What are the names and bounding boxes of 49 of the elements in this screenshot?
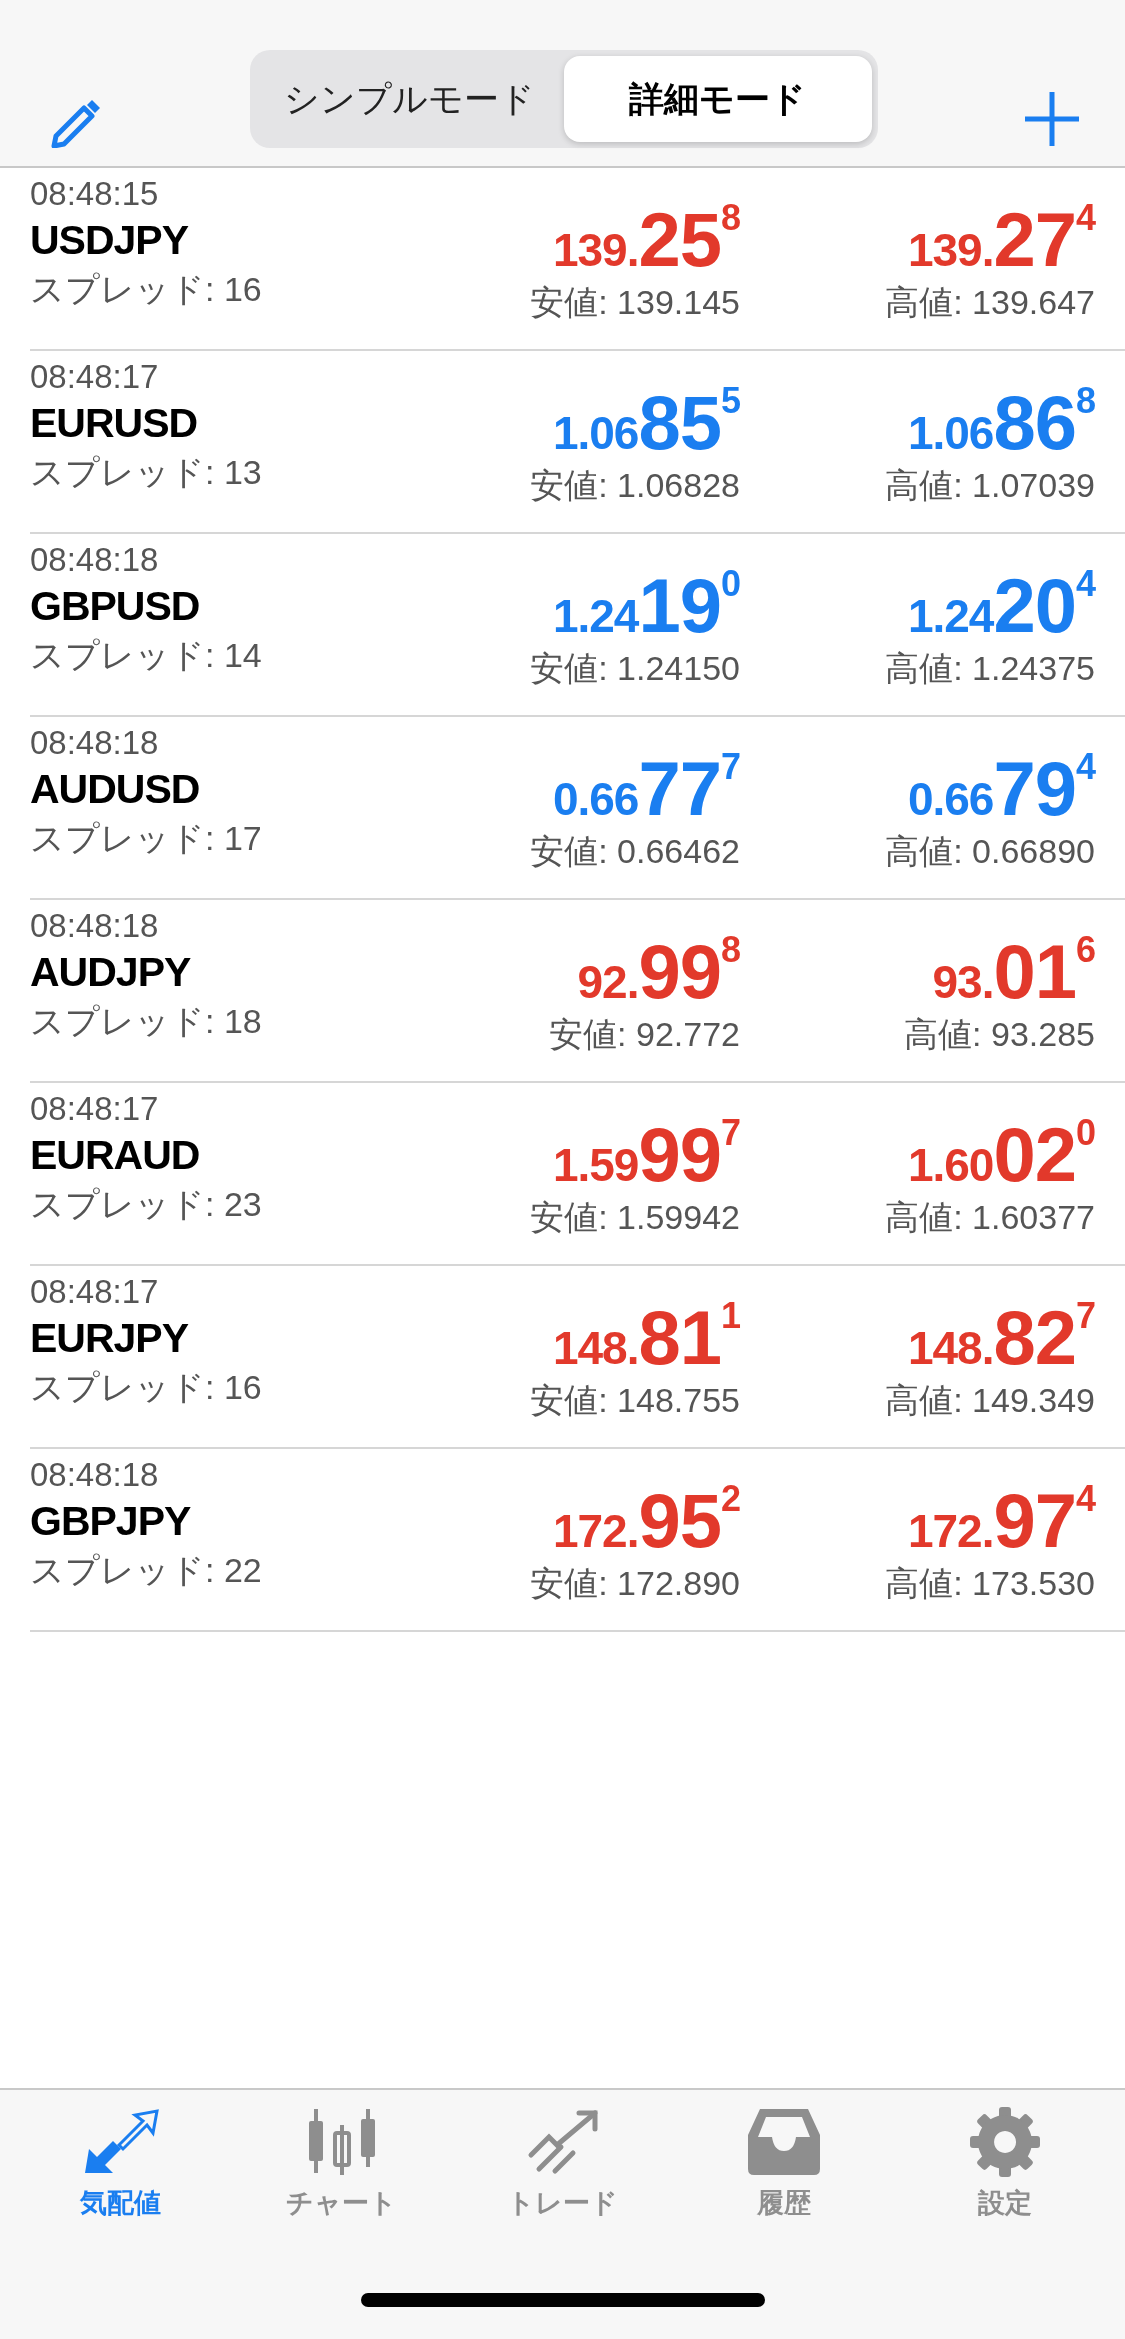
mode-tab[interactable]: 詳細モード — [563, 56, 872, 142]
symbol-name: EURAUD — [30, 1130, 201, 1180]
symbol-name: EURUSD — [30, 398, 199, 448]
tab-item[interactable]: 設定 — [894, 2106, 1115, 2225]
symbol-name: AUDUSD — [30, 764, 201, 814]
low-price: 安値: 92.772 — [549, 1014, 740, 1055]
spread-text: スプレッド: 23 — [30, 1183, 263, 1225]
low-price: 安値: 172.890 — [530, 1563, 740, 1604]
low-price: 安値: 1.59942 — [530, 1197, 740, 1238]
quote-time: 08:48:17 — [30, 1272, 160, 1312]
spread-text: スプレッド: 14 — [30, 634, 263, 676]
spread-text: スプレッド: 17 — [30, 817, 263, 859]
quote-time: 08:48:18 — [30, 540, 160, 580]
symbol-name: USDJPY — [30, 215, 190, 265]
high-price: 高値: 1.60377 — [885, 1197, 1095, 1238]
spread-text: スプレッド: 13 — [30, 451, 263, 493]
tab-item[interactable]: チャート — [231, 2106, 452, 2225]
symbol-name: EURJPY — [30, 1313, 190, 1363]
quote-time: 08:48:17 — [30, 1089, 160, 1129]
low-price: 安値: 0.66462 — [530, 831, 740, 872]
low-price: 安値: 1.06828 — [530, 465, 740, 506]
add-icon[interactable] — [1023, 90, 1081, 148]
tab-item[interactable]: 履歴 — [673, 2106, 894, 2225]
high-price: 高値: 139.647 — [885, 282, 1095, 323]
symbol-name: GBPUSD — [30, 581, 201, 631]
quote-time: 08:48:18 — [30, 723, 160, 763]
symbol-name: GBPJPY — [30, 1496, 192, 1546]
high-price: 高値: 93.285 — [904, 1014, 1095, 1055]
high-price: 高値: 0.66890 — [885, 831, 1095, 872]
low-price: 安値: 1.24150 — [530, 648, 740, 689]
spread-text: スプレッド: 22 — [30, 1549, 263, 1591]
low-price: 安値: 139.145 — [530, 282, 740, 323]
low-price: 安値: 148.755 — [530, 1380, 740, 1421]
tab-item[interactable]: 気配値 — [10, 2106, 231, 2225]
inbox-icon — [745, 2107, 822, 2177]
high-price: 高値: 173.530 — [885, 1563, 1095, 1604]
quote-time: 08:48:15 — [30, 174, 160, 214]
high-price: 高値: 1.07039 — [885, 465, 1095, 506]
quote-time: 08:48:17 — [30, 357, 160, 397]
spread-text: スプレッド: 16 — [30, 1366, 263, 1408]
symbol-name: AUDJPY — [30, 947, 192, 997]
quote-time: 08:48:18 — [30, 906, 160, 946]
quote-time: 08:48:18 — [30, 1455, 160, 1495]
spread-text: スプレッド: 16 — [30, 268, 263, 310]
spread-text: スプレッド: 18 — [30, 1000, 263, 1042]
mode-tab[interactable]: シンプルモード — [255, 56, 564, 142]
high-price: 高値: 149.349 — [885, 1380, 1095, 1421]
tab-item[interactable]: トレード — [452, 2106, 673, 2225]
high-price: 高値: 1.24375 — [885, 648, 1095, 689]
